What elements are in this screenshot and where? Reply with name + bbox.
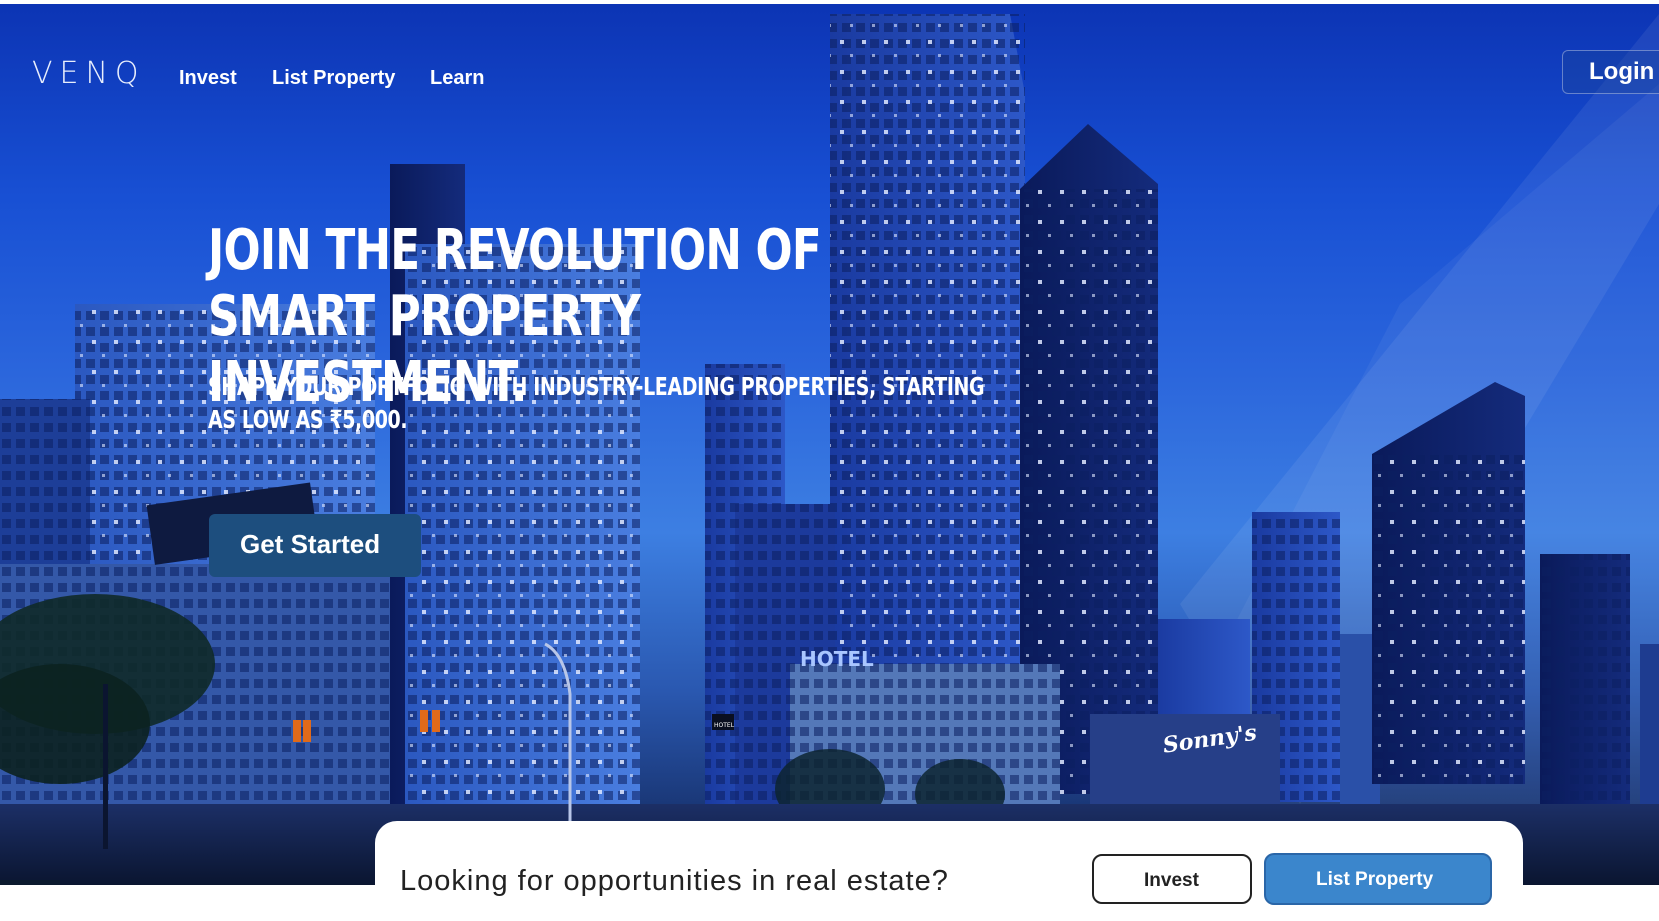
card-list-property-button[interactable]: List Property [1264,853,1492,905]
login-button[interactable]: Login [1562,50,1659,94]
hotel-sign: HOTEL [800,647,874,671]
nav-list-property-link[interactable]: List Property [272,67,395,90]
hero-section: HOTEL HOTEL Sonny's VENQ Invest List Pro… [0,4,1659,885]
venq-logo[interactable]: VENQ [32,56,146,91]
card-invest-button[interactable]: Invest [1092,854,1252,904]
hero-subline: SHAPE YOUR PORTFOLIO WITH INDUSTRY-LEADI… [208,372,985,434]
bottom-edge [0,880,60,885]
small-hotel-sign: HOTEL [714,722,735,729]
nav-invest-link[interactable]: Invest [179,67,237,90]
nav-learn-link[interactable]: Learn [430,67,484,90]
city-skyline-image: HOTEL HOTEL Sonny's [0,14,1659,885]
opportunities-question: Looking for opportunities in real estate… [400,865,949,897]
get-started-button[interactable]: Get Started [209,514,421,577]
